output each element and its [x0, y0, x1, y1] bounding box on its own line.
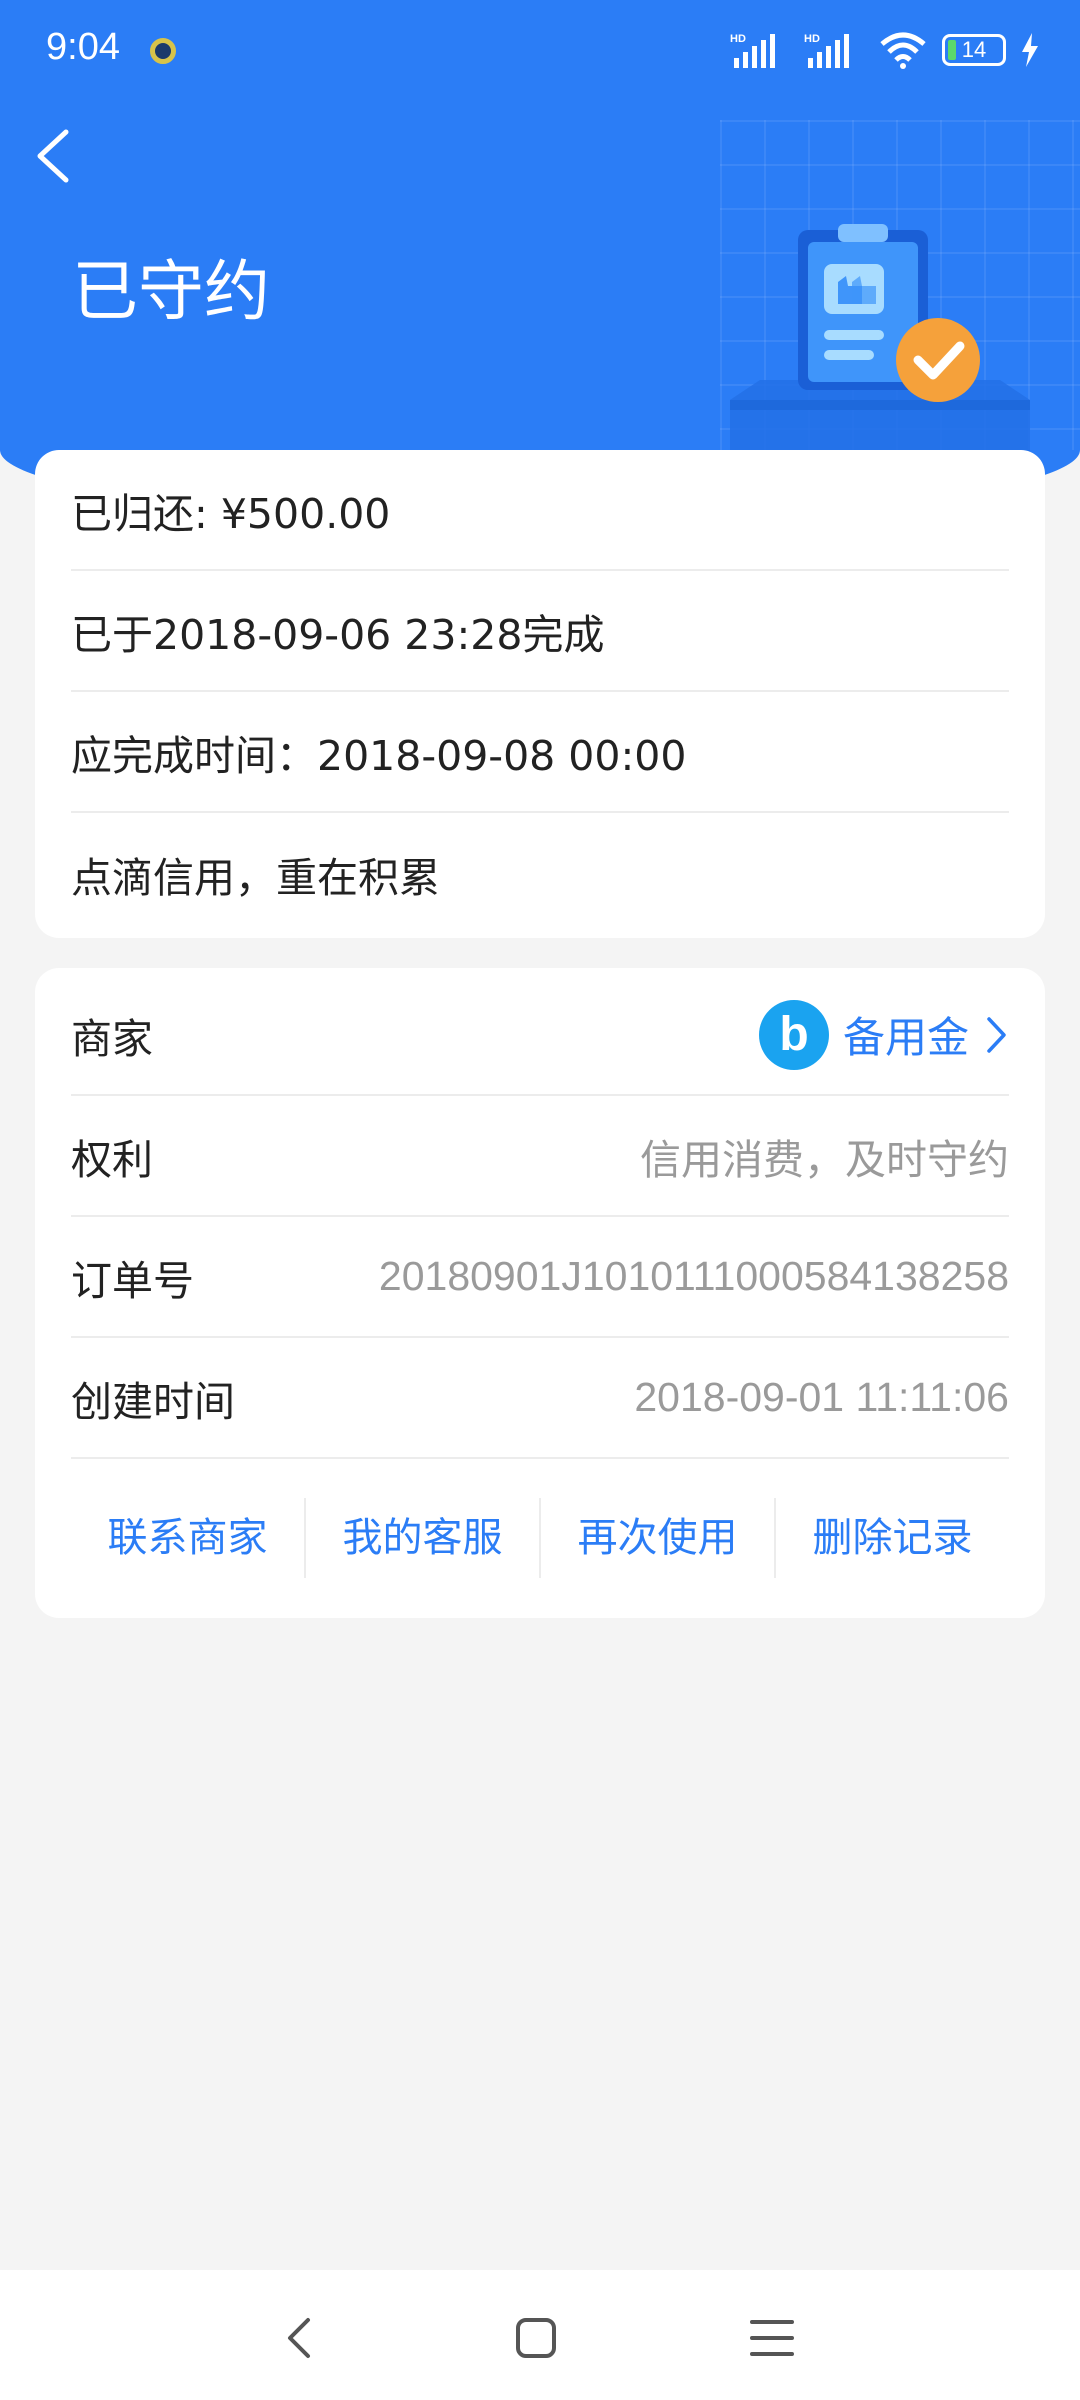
slogan-text: 点滴信用，重在积累: [71, 853, 440, 902]
slogan-row: 点滴信用，重在积累: [71, 813, 1009, 934]
rights-row: 权利 信用消费，及时守约: [71, 1096, 1009, 1217]
hd-signal-icon: HD: [730, 33, 775, 68]
hd-signal-icon: HD: [804, 33, 849, 68]
details-card: 商家 b 备用金 权利 信用消费，及时守约 订单号 20180901J10101…: [35, 968, 1045, 1618]
status-bar: 9:04 HD HD 14: [0, 0, 1080, 100]
battery-level: 14: [961, 37, 987, 62]
order-label: 订单号: [71, 1256, 194, 1305]
completed-time: 已于2018-09-06 23:28完成: [71, 610, 605, 659]
merchant-name: 备用金: [842, 1013, 969, 1062]
back-button[interactable]: [30, 126, 76, 186]
charging-icon: [1022, 33, 1038, 67]
merchant-link[interactable]: b 备用金: [758, 999, 1009, 1070]
merchant-label: 商家: [71, 1014, 153, 1063]
wifi-icon: [880, 32, 926, 69]
order-row: 订单号 20180901J101011100058413825​8: [71, 1217, 1009, 1338]
created-row: 创建时间 2018-09-01 11:11:06: [71, 1338, 1009, 1459]
svg-text:HD: HD: [730, 33, 746, 45]
nav-home-icon[interactable]: [508, 2310, 564, 2366]
returned-row: 已归还: ¥500.00: [71, 450, 1009, 571]
clipboard-illustration-icon: [730, 224, 1030, 460]
merchant-row[interactable]: 商家 b 备用金: [71, 975, 1009, 1096]
created-label: 创建时间: [71, 1377, 235, 1426]
status-time: 9:04: [46, 26, 120, 68]
customer-service-button[interactable]: 我的客服: [306, 1498, 541, 1578]
order-number: 20180901J101011100058413825​8: [378, 1253, 1009, 1299]
merchant-logo: b: [758, 999, 829, 1070]
delete-record-button[interactable]: 删除记录: [776, 1498, 1009, 1578]
rights-label: 权利: [71, 1135, 153, 1184]
rights-value: 信用消费，及时守约: [640, 1135, 1009, 1184]
nav-menu-icon[interactable]: [744, 2310, 800, 2366]
page-title: 已守约: [72, 253, 270, 330]
summary-card: 已归还: ¥500.00 已于2018-09-06 23:28完成 应完成时间：…: [35, 450, 1045, 938]
due-time: 应完成时间：2018-09-08 00:00: [71, 731, 687, 780]
completed-row: 已于2018-09-06 23:28完成: [71, 571, 1009, 692]
battery-icon: 14: [942, 34, 1006, 66]
action-bar: 联系商家 我的客服 再次使用 删除记录: [71, 1473, 1009, 1603]
nav-back-icon[interactable]: [272, 2310, 328, 2366]
returned-amount: 已归还: ¥500.00: [71, 489, 391, 538]
use-again-button[interactable]: 再次使用: [541, 1498, 776, 1578]
due-row: 应完成时间：2018-09-08 00:00: [71, 692, 1009, 813]
system-navigation-bar: [0, 2270, 1080, 2400]
chevron-right-icon: [987, 1016, 1006, 1053]
app-notification-icon: [150, 38, 176, 64]
created-time: 2018-09-01 11:11:06: [634, 1374, 1009, 1420]
contact-merchant-button[interactable]: 联系商家: [71, 1498, 306, 1578]
svg-text:HD: HD: [804, 33, 820, 45]
